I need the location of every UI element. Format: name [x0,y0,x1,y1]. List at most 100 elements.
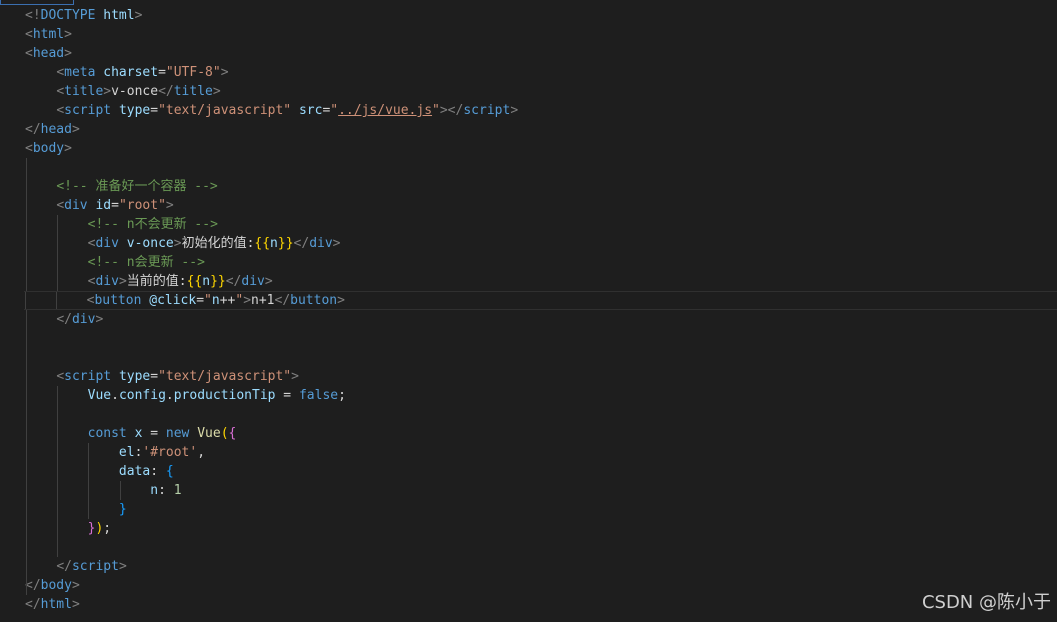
code-token: <!-- 准备好一个容器 --> [56,179,218,194]
code-line[interactable]: </html> [25,595,1057,614]
code-line[interactable]: }); [25,519,1057,538]
code-line[interactable]: <!DOCTYPE html> [25,6,1057,25]
indent-guide [26,500,27,519]
code-line[interactable]: <title>v-once</title> [25,82,1057,101]
code-line[interactable]: n: 1 [25,481,1057,500]
code-line[interactable]: } [25,500,1057,519]
code-token: charset [103,65,159,80]
code-line[interactable] [25,158,1057,177]
code-line[interactable]: <div>当前的值:{{n}}</div> [25,272,1057,291]
code-token: </ [274,293,291,308]
code-token: { [228,426,237,441]
code-token: n [150,483,159,498]
indent-guide [57,538,59,557]
code-line[interactable]: <!-- n会更新 --> [25,253,1057,272]
code-token: </ [56,559,72,574]
code-token: {{ [186,274,203,289]
indent-guide [57,253,59,272]
code-token: meta [64,65,96,80]
code-line[interactable]: </div> [25,310,1057,329]
code-token: div [309,236,333,251]
code-token: > [64,141,72,156]
code-token: script [463,103,511,118]
code-line[interactable]: <!-- n不会更新 --> [25,215,1057,234]
code-token: > [243,293,252,308]
code-token: html [40,597,72,612]
code-token: </ [158,84,174,99]
code-token: > [212,84,221,99]
code-line[interactable]: <html> [25,25,1057,44]
indent-guide [88,443,90,462]
code-token: title [173,84,213,99]
code-token: </ [25,597,41,612]
code-token: div [95,274,119,289]
code-line[interactable] [25,348,1057,367]
code-line[interactable]: data: { [25,462,1057,481]
code-line[interactable]: <button @click="n++">n+1</button> [24,291,1057,310]
editor-tab-remnant[interactable] [0,0,74,5]
code-token: div [241,274,265,289]
code-token: > [173,236,182,251]
code-line[interactable] [25,329,1057,348]
code-line[interactable] [25,405,1057,424]
code-token: : [158,483,174,498]
code-token: > [103,84,112,99]
indent-guide [26,443,27,462]
code-token: Vue [197,426,221,441]
watermark: CSDN @陈小于 [921,592,1051,613]
code-token: = [196,293,205,308]
code-token: > [134,8,143,23]
code-line[interactable]: <div v-once>初始化的值:{{n}}</div> [25,234,1057,253]
indent-guide [26,424,27,443]
indent-guide [88,500,90,519]
indent-guide [26,234,27,253]
code-line[interactable]: <head> [25,44,1057,63]
code-line[interactable]: Vue.config.productionTip = false; [25,386,1057,405]
code-token: = [150,103,159,118]
code-line[interactable] [25,538,1057,557]
code-line[interactable]: <!-- 准备好一个容器 --> [25,177,1057,196]
code-token: @click [149,293,197,308]
code-line[interactable]: el:'#root', [25,443,1057,462]
code-token: = [142,426,166,441]
code-token: head [40,122,72,137]
code-token: 初始化的值: [181,236,255,251]
code-line[interactable]: <body> [25,139,1057,158]
code-token: html [32,27,65,42]
code-line[interactable]: </body> [25,576,1057,595]
code-token: div [71,312,96,327]
indent-guide [26,272,27,291]
code-token: ></ [439,103,464,118]
code-line[interactable]: <div id="root"> [25,196,1057,215]
code-line[interactable]: <script type="text/javascript"> [25,367,1057,386]
code-line[interactable]: </head> [25,120,1057,139]
code-area[interactable]: <!DOCTYPE html> <html> <head> <meta charse… [24,6,1057,614]
code-line[interactable]: </script> [25,557,1057,576]
code-token: n [202,274,211,289]
code-token: " [330,103,339,118]
code-token: div [95,236,119,251]
code-line[interactable]: const x = new Vue({ [25,424,1057,443]
code-line[interactable]: <meta charset="UTF-8"> [25,63,1057,82]
code-token: n [270,236,278,251]
code-token: < [25,27,33,42]
code-token: "root" [118,198,166,213]
code-token: > [95,312,104,327]
code-token: < [56,369,65,384]
code-line[interactable]: <script type="text/javascript" src="../j… [25,101,1057,120]
code-editor[interactable]: <!DOCTYPE html> <html> <head> <meta charse… [0,0,1057,622]
code-token: }} [277,236,294,251]
indent-guide [26,462,27,481]
indent-guide [26,310,27,329]
code-token: > [118,274,127,289]
code-token: } [118,502,127,517]
code-token: < [56,65,65,80]
